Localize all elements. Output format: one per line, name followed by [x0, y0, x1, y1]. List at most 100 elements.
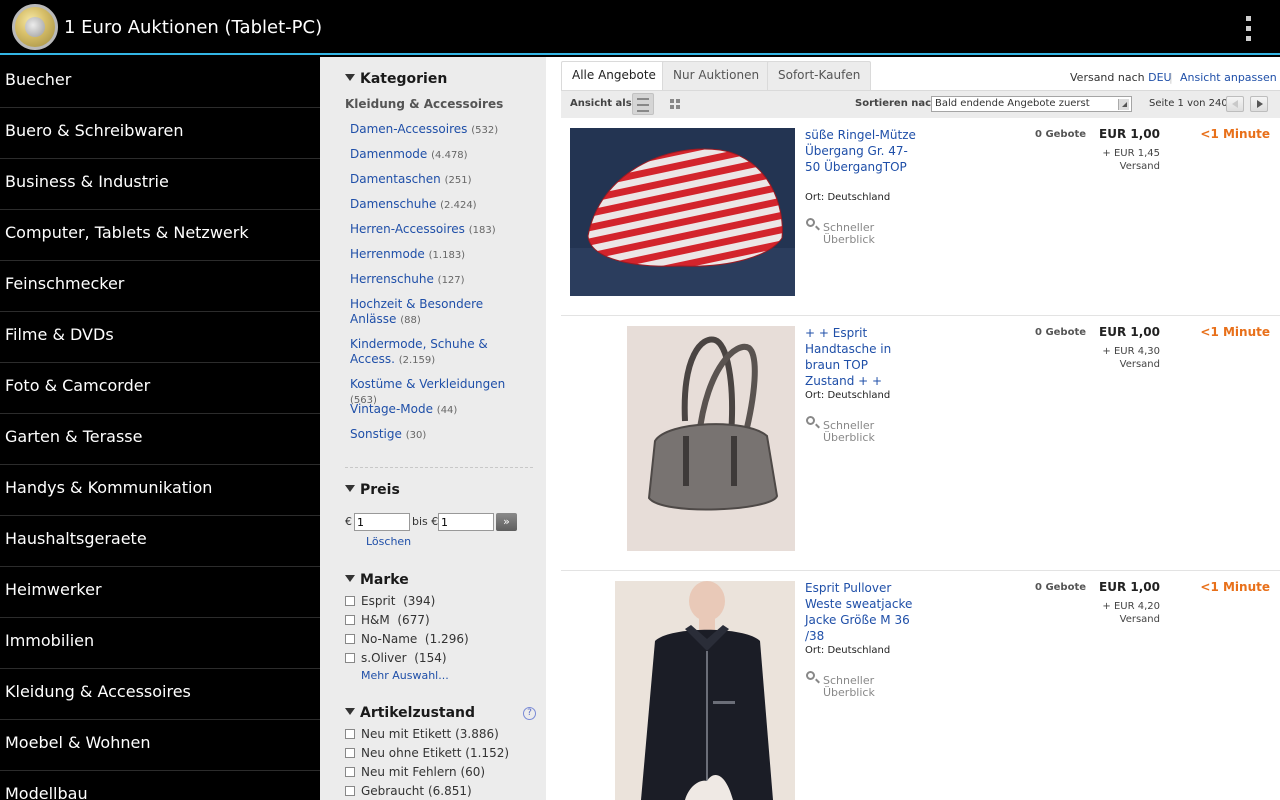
filter-panel: Kategorien Kleidung & Accessoires Damen-… — [320, 57, 546, 800]
price-apply-button[interactable]: » — [496, 513, 517, 531]
app-root: 1 Euro Auktionen (Tablet-PC) Buecher Bue… — [0, 0, 1280, 800]
prev-page-icon[interactable] — [1226, 96, 1244, 112]
bid-count: 0 Gebote — [1035, 129, 1087, 140]
brand-header[interactable]: Marke — [345, 572, 409, 588]
currency-label: € — [345, 515, 352, 528]
sort-select[interactable]: Bald endende Angebote zuerst — [931, 96, 1132, 112]
euro-coin-icon[interactable] — [12, 4, 58, 50]
price-header[interactable]: Preis — [345, 482, 400, 498]
checkbox[interactable] — [345, 748, 355, 758]
item-location: Ort: Deutschland — [805, 645, 891, 656]
action-bar: 1 Euro Auktionen (Tablet-PC) — [0, 0, 1280, 55]
checkbox[interactable] — [345, 729, 355, 739]
item-price: EUR 1,00 — [1099, 127, 1160, 141]
more-brands-link[interactable]: Mehr Auswahl... — [361, 669, 449, 682]
time-left: <1 Minute — [1200, 580, 1270, 594]
dropdown-arrow-icon — [1118, 99, 1129, 110]
grid-view-icon[interactable] — [665, 93, 687, 115]
column-gap — [546, 57, 561, 800]
drawer-item-feinschmecker[interactable]: Feinschmecker — [0, 261, 320, 312]
drawer-item-handys[interactable]: Handys & Kommunikation — [0, 465, 320, 516]
drawer-item-garten[interactable]: Garten & Terasse — [0, 414, 320, 465]
shipping-cost: + EUR 1,45 Versand — [1102, 148, 1160, 172]
category-link[interactable]: Herren-Accessoires (183) — [350, 222, 510, 238]
drawer-item-buecher[interactable]: Buecher — [0, 57, 320, 108]
item-image[interactable] — [570, 128, 795, 296]
collapse-triangle-icon — [345, 74, 355, 81]
brand-option[interactable]: Esprit (394) — [345, 594, 435, 610]
price-to-input[interactable] — [438, 513, 494, 531]
tab-all-offers[interactable]: Alle Angebote — [561, 61, 667, 91]
category-link[interactable]: Damenschuhe (2.424) — [350, 197, 510, 213]
category-link[interactable]: Herrenmode (1.183) — [350, 247, 510, 263]
category-link[interactable]: Herrenschuhe (127) — [350, 272, 510, 288]
category-link[interactable]: Damentaschen (251) — [350, 172, 510, 188]
category-link[interactable]: Damenmode (4.478) — [350, 147, 510, 163]
bid-count: 0 Gebote — [1035, 582, 1087, 593]
next-page-icon[interactable] — [1250, 96, 1268, 112]
drawer-item-modellbau[interactable]: Modellbau — [0, 771, 320, 800]
time-left: <1 Minute — [1200, 325, 1270, 339]
brand-option[interactable]: s.Oliver (154) — [345, 651, 447, 667]
condition-option[interactable]: Neu mit Fehlern (60) — [345, 765, 485, 781]
item-location: Ort: Deutschland — [805, 390, 891, 401]
category-drawer: Buecher Buero & Schreibwaren Business & … — [0, 57, 320, 800]
condition-option[interactable]: Neu mit Etikett (3.886) — [345, 727, 499, 743]
parent-category: Kleidung & Accessoires — [345, 97, 504, 111]
category-link[interactable]: Damen-Accessoires (532) — [350, 122, 510, 138]
condition-option[interactable]: Gebraucht (6.851) — [345, 784, 472, 800]
drawer-item-buero[interactable]: Buero & Schreibwaren — [0, 108, 320, 159]
tab-buy-now[interactable]: Sofort-Kaufen — [767, 61, 872, 91]
drawer-item-kleidung[interactable]: Kleidung & Accessoires — [0, 669, 320, 720]
collapse-triangle-icon — [345, 575, 355, 582]
categories-header[interactable]: Kategorien — [345, 71, 447, 87]
drawer-item-computer[interactable]: Computer, Tablets & Netzwerk — [0, 210, 320, 261]
item-location: Ort: Deutschland — [805, 192, 891, 203]
drawer-item-immobilien[interactable]: Immobilien — [0, 618, 320, 669]
condition-header[interactable]: Artikelzustand — [345, 705, 475, 721]
price-clear-link[interactable]: Löschen — [366, 535, 411, 548]
category-link[interactable]: Hochzeit & Besondere Anlässe (88) — [350, 297, 510, 328]
listing-item[interactable]: + + Esprit Handtasche in braun TOP Zusta… — [561, 320, 1280, 571]
item-price: EUR 1,00 — [1099, 325, 1160, 339]
checkbox[interactable] — [345, 767, 355, 777]
item-image[interactable] — [627, 326, 795, 551]
checkbox[interactable] — [345, 634, 355, 644]
customize-view-link[interactable]: Ansicht anpassen — [1180, 71, 1277, 84]
checkbox[interactable] — [345, 596, 355, 606]
overflow-menu-icon[interactable] — [1238, 14, 1258, 42]
page-info: Seite 1 von 240 — [1149, 98, 1228, 109]
item-price: EUR 1,00 — [1099, 580, 1160, 594]
category-link[interactable]: Sonstige (30) — [350, 427, 510, 443]
shipping-cost: + EUR 4,20 Versand — [1102, 601, 1160, 625]
magnifier-icon — [806, 416, 815, 425]
price-from-input[interactable] — [354, 513, 410, 531]
app-title: 1 Euro Auktionen (Tablet-PC) — [64, 17, 323, 38]
item-image[interactable] — [615, 581, 795, 800]
condition-option[interactable]: Neu ohne Etikett (1.152) — [345, 746, 509, 762]
checkbox[interactable] — [345, 615, 355, 625]
tab-auctions-only[interactable]: Nur Auktionen — [662, 61, 771, 91]
checkbox[interactable] — [345, 653, 355, 663]
item-title-link[interactable]: süße Ringel-Mütze Übergang Gr. 47-50 Übe… — [805, 127, 917, 175]
magnifier-icon — [806, 218, 815, 227]
drawer-item-foto[interactable]: Foto & Camcorder — [0, 363, 320, 414]
drawer-item-haushalt[interactable]: Haushaltsgeraete — [0, 516, 320, 567]
item-title-link[interactable]: Esprit Pullover Weste sweatjacke Jacke G… — [805, 580, 917, 644]
drawer-item-business[interactable]: Business & Industrie — [0, 159, 320, 210]
help-icon[interactable]: ? — [523, 707, 536, 720]
item-title-link[interactable]: + + Esprit Handtasche in braun TOP Zusta… — [805, 325, 917, 389]
checkbox[interactable] — [345, 786, 355, 796]
ship-to[interactable]: Versand nach DEU — [1070, 71, 1172, 84]
drawer-item-filme[interactable]: Filme & DVDs — [0, 312, 320, 363]
drawer-item-moebel[interactable]: Moebel & Wohnen — [0, 720, 320, 771]
category-link[interactable]: Vintage-Mode (44) — [350, 402, 510, 418]
brand-option[interactable]: H&M (677) — [345, 613, 430, 629]
price-range: € bis € » — [345, 512, 545, 534]
listing-item[interactable]: süße Ringel-Mütze Übergang Gr. 47-50 Übe… — [561, 122, 1280, 316]
category-link[interactable]: Kindermode, Schuhe & Access. (2.159) — [350, 337, 510, 368]
drawer-item-heimwerker[interactable]: Heimwerker — [0, 567, 320, 618]
list-view-icon[interactable] — [632, 93, 654, 115]
listing-item[interactable]: Esprit Pullover Weste sweatjacke Jacke G… — [561, 575, 1280, 800]
brand-option[interactable]: No-Name (1.296) — [345, 632, 469, 648]
